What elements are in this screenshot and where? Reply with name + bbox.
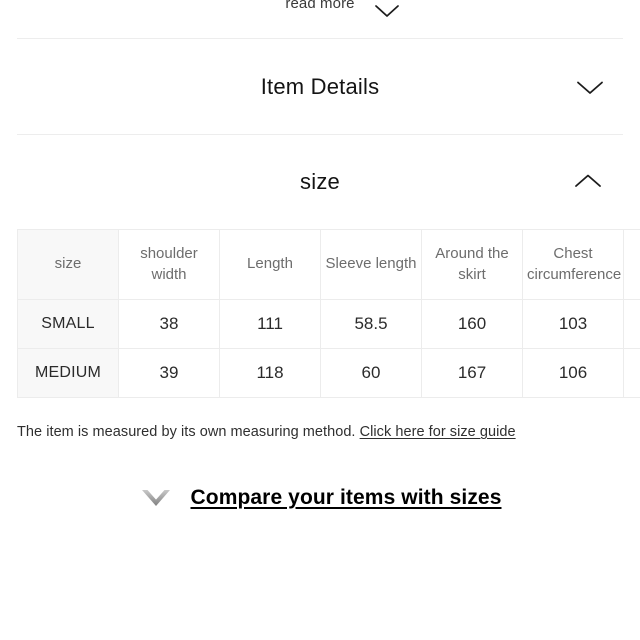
cell-shoulder-width: 39: [118, 348, 220, 398]
compare-items-row[interactable]: Compare your items with sizes: [0, 486, 640, 510]
cell-extra: [623, 299, 640, 349]
cell-chest-circumference: 106: [522, 348, 624, 398]
size-guide-link[interactable]: Click here for size guide: [360, 424, 516, 440]
accordion-item-details-inner: Item Details: [17, 39, 623, 134]
cell-length: 118: [219, 348, 321, 398]
chevron-up-icon[interactable]: [574, 173, 602, 189]
size-table-body: SMALL 38 111 58.5 160 103 MEDIUM 39 118 …: [17, 299, 640, 398]
column-header-sleeve-length: Sleeve length: [320, 229, 422, 300]
measuring-note: The item is measured by its own measurin…: [17, 424, 516, 440]
cell-around-the-skirt: 160: [421, 299, 523, 349]
cell-chest-circumference: 103: [522, 299, 624, 349]
cell-length: 111: [219, 299, 321, 349]
measuring-note-text: The item is measured by its own measurin…: [17, 424, 356, 440]
product-detail-accordion-page: read more Item Details size size shoulde…: [0, 0, 640, 640]
compare-items-label[interactable]: Compare your items with sizes: [191, 486, 502, 510]
accordion-size[interactable]: size: [0, 135, 640, 228]
item-details-label: Item Details: [260, 73, 380, 99]
size-table-head: size shoulder width Length Sleeve length…: [17, 229, 640, 300]
size-table-container[interactable]: size shoulder width Length Sleeve length…: [17, 229, 640, 398]
column-header-shoulder-width: shoulder width: [118, 229, 220, 300]
column-header-size: size: [17, 229, 119, 300]
cell-sleeve-length: 58.5: [320, 299, 422, 349]
accordion-size-inner: size: [17, 135, 623, 228]
chevron-down-icon[interactable]: [576, 80, 604, 96]
chevron-down-icon[interactable]: [374, 4, 400, 19]
chevron-down-filled-icon: [139, 487, 173, 509]
accordion-read-more-inner: read more: [17, 0, 623, 24]
column-header-extra: [623, 229, 640, 300]
cell-sleeve-length: 60: [320, 348, 422, 398]
column-header-around-the-skirt: Around the skirt: [421, 229, 523, 300]
size-section-label: size: [300, 168, 340, 194]
cell-extra: [623, 348, 640, 398]
cell-size: MEDIUM: [17, 348, 119, 398]
size-table: size shoulder width Length Sleeve length…: [17, 229, 640, 398]
table-row: SMALL 38 111 58.5 160 103: [17, 299, 640, 349]
column-header-length: Length: [219, 229, 321, 300]
cell-shoulder-width: 38: [118, 299, 220, 349]
accordion-item-details[interactable]: Item Details: [0, 39, 640, 134]
cell-around-the-skirt: 167: [421, 348, 523, 398]
table-header-row: size shoulder width Length Sleeve length…: [17, 229, 640, 300]
cell-size: SMALL: [17, 299, 119, 349]
read-more-label: read more: [285, 0, 355, 12]
column-header-chest-circumference: Chest circumference: [522, 229, 624, 300]
table-row: MEDIUM 39 118 60 167 106: [17, 348, 640, 398]
accordion-read-more[interactable]: read more: [0, 0, 640, 24]
